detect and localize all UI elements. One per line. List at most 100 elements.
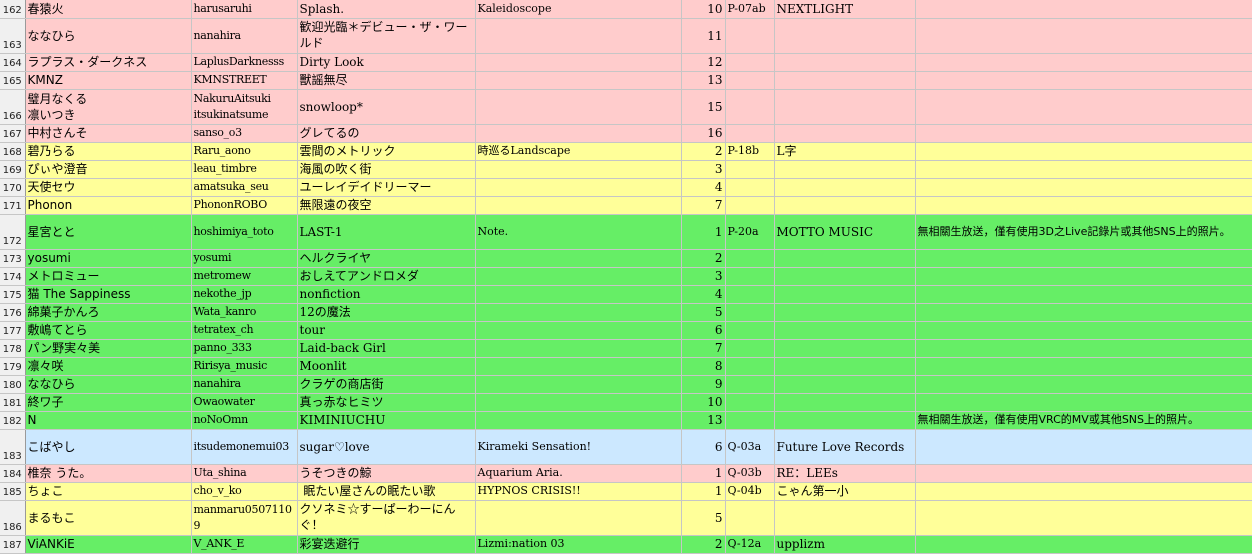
cell-track-number[interactable]: 7 (681, 339, 726, 358)
cell-song-title[interactable]: 真っ赤なヒミツ (297, 393, 476, 412)
cell-booth[interactable] (725, 196, 775, 215)
cell-note[interactable] (915, 500, 1252, 536)
cell-booth[interactable] (725, 249, 775, 268)
cell-booth[interactable] (725, 71, 775, 90)
row-header[interactable]: 186 (0, 500, 26, 536)
cell-track-number[interactable]: 13 (681, 71, 726, 90)
cell-album[interactable] (475, 160, 682, 179)
cell-album[interactable] (475, 285, 682, 304)
cell-song-title[interactable]: グレてるの (297, 124, 476, 143)
cell-vtuber-name[interactable]: 春猿火 (25, 0, 192, 19)
cell-handle[interactable]: metromew (191, 267, 298, 286)
cell-note[interactable] (915, 357, 1252, 376)
cell-song-title[interactable]: 眠たい屋さんの眠たい歌 (297, 482, 476, 501)
cell-track-number[interactable]: 1 (681, 464, 726, 483)
cell-note[interactable] (915, 267, 1252, 286)
cell-track-number[interactable]: 3 (681, 160, 726, 179)
cell-handle[interactable]: Ririsya_music (191, 357, 298, 376)
cell-note[interactable] (915, 124, 1252, 143)
cell-song-title[interactable]: Splash. (297, 0, 476, 19)
cell-note[interactable] (915, 535, 1252, 554)
cell-song-title[interactable]: おしえてアンドロメダ (297, 267, 476, 286)
cell-song-title[interactable]: sugar♡love (297, 429, 476, 465)
cell-note[interactable] (915, 89, 1252, 125)
cell-handle[interactable]: sanso_o3 (191, 124, 298, 143)
cell-track-number[interactable]: 15 (681, 89, 726, 125)
cell-handle[interactable]: panno_333 (191, 339, 298, 358)
cell-album[interactable] (475, 249, 682, 268)
cell-song-title[interactable]: nonfiction (297, 285, 476, 304)
cell-track-number[interactable]: 7 (681, 196, 726, 215)
cell-circle[interactable] (774, 18, 916, 54)
cell-song-title[interactable]: 海風の吹く街 (297, 160, 476, 179)
cell-booth[interactable] (725, 500, 775, 536)
cell-circle[interactable]: こゃん第一小 (774, 482, 916, 501)
cell-song-title[interactable]: LAST-1 (297, 214, 476, 250)
row-header[interactable]: 166 (0, 89, 26, 125)
cell-handle[interactable]: nekothe_jp (191, 285, 298, 304)
cell-album[interactable] (475, 124, 682, 143)
cell-circle[interactable] (774, 339, 916, 358)
cell-handle[interactable]: Raru_aono (191, 142, 298, 161)
row-header[interactable]: 170 (0, 178, 26, 197)
cell-handle[interactable]: NakuruAitsuki itsukinatsume (191, 89, 298, 125)
cell-vtuber-name[interactable]: 天使セウ (25, 178, 192, 197)
cell-song-title[interactable]: Moonlit (297, 357, 476, 376)
cell-album[interactable] (475, 196, 682, 215)
cell-album[interactable] (475, 267, 682, 286)
cell-handle[interactable]: KMNSTREET (191, 71, 298, 90)
cell-circle[interactable] (774, 89, 916, 125)
cell-track-number[interactable]: 16 (681, 124, 726, 143)
cell-album[interactable] (475, 375, 682, 394)
row-header[interactable]: 181 (0, 393, 26, 412)
row-header[interactable]: 171 (0, 196, 26, 215)
cell-circle[interactable] (774, 321, 916, 340)
row-header[interactable]: 169 (0, 160, 26, 179)
cell-album[interactable]: Kaleidoscope (475, 0, 682, 19)
cell-circle[interactable]: MOTTO MUSIC (774, 214, 916, 250)
cell-album[interactable] (475, 53, 682, 72)
cell-note[interactable] (915, 285, 1252, 304)
cell-handle[interactable]: hoshimiya_toto (191, 214, 298, 250)
cell-track-number[interactable]: 5 (681, 500, 726, 536)
cell-circle[interactable] (774, 500, 916, 536)
cell-vtuber-name[interactable]: ちょこ (25, 482, 192, 501)
cell-album[interactable] (475, 393, 682, 412)
cell-vtuber-name[interactable]: ViANKiE (25, 535, 192, 554)
row-header[interactable]: 184 (0, 464, 26, 483)
cell-booth[interactable] (725, 89, 775, 125)
cell-handle[interactable]: noNoOmn (191, 411, 298, 430)
cell-album[interactable] (475, 500, 682, 536)
cell-track-number[interactable]: 1 (681, 214, 726, 250)
cell-vtuber-name[interactable]: 綿菓子かんろ (25, 303, 192, 322)
cell-booth[interactable] (725, 393, 775, 412)
cell-booth[interactable] (725, 53, 775, 72)
cell-vtuber-name[interactable]: メトロミュー (25, 267, 192, 286)
cell-album[interactable]: Note. (475, 214, 682, 250)
row-header[interactable]: 172 (0, 214, 26, 250)
cell-note[interactable] (915, 53, 1252, 72)
cell-song-title[interactable]: 12の魔法 (297, 303, 476, 322)
cell-booth[interactable] (725, 339, 775, 358)
cell-booth[interactable] (725, 267, 775, 286)
cell-song-title[interactable]: snowloop* (297, 89, 476, 125)
cell-handle[interactable]: tetratex_ch (191, 321, 298, 340)
cell-album[interactable]: Lizmi:nation 03 (475, 535, 682, 554)
cell-vtuber-name[interactable]: こばやし (25, 429, 192, 465)
cell-vtuber-name[interactable]: ななひら (25, 375, 192, 394)
cell-song-title[interactable]: クソネミ☆すーぱーわーにんぐ！ (297, 500, 476, 536)
cell-track-number[interactable]: 11 (681, 18, 726, 54)
cell-song-title[interactable]: クラゲの商店街 (297, 375, 476, 394)
cell-vtuber-name[interactable]: yosumi (25, 249, 192, 268)
cell-circle[interactable] (774, 267, 916, 286)
cell-note[interactable] (915, 178, 1252, 197)
cell-handle[interactable]: Owaowater (191, 393, 298, 412)
cell-circle[interactable] (774, 160, 916, 179)
cell-track-number[interactable]: 2 (681, 142, 726, 161)
row-header[interactable]: 179 (0, 357, 26, 376)
row-header[interactable]: 182 (0, 411, 26, 430)
cell-vtuber-name[interactable]: ななひら (25, 18, 192, 54)
cell-booth[interactable]: Q-12a (725, 535, 775, 554)
cell-note[interactable] (915, 321, 1252, 340)
cell-note[interactable] (915, 482, 1252, 501)
